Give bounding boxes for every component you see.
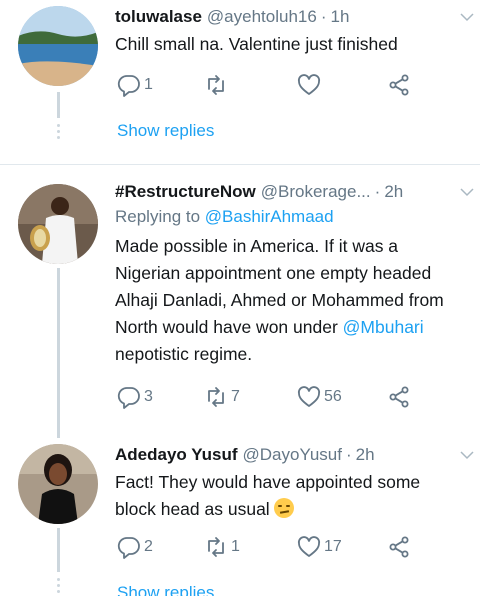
avatar[interactable] bbox=[18, 6, 98, 86]
reply-icon bbox=[117, 387, 140, 409]
reply-button[interactable]: 2 bbox=[117, 534, 153, 560]
reply-icon bbox=[117, 75, 140, 97]
separator-dot: · bbox=[345, 445, 352, 464]
reply-count: 3 bbox=[144, 388, 153, 405]
tweet-text-part: nepotistic regime. bbox=[115, 344, 253, 364]
like-icon bbox=[297, 536, 321, 557]
tweet-text: Chill small na. Valentine just finished bbox=[115, 34, 398, 54]
reply-icon bbox=[117, 537, 140, 559]
reply-count: 2 bbox=[144, 538, 153, 555]
thread-dot bbox=[57, 136, 60, 139]
share-icon bbox=[389, 74, 409, 96]
share-icon bbox=[389, 536, 409, 558]
user-handle[interactable]: @ayehtoluh16 bbox=[207, 6, 317, 28]
separator-dot: · bbox=[320, 7, 327, 26]
like-count: 17 bbox=[324, 538, 342, 555]
tweet-text: Fact! They would have appointed some blo… bbox=[115, 469, 464, 523]
show-replies-link[interactable]: Show replies bbox=[117, 583, 214, 596]
like-icon bbox=[297, 74, 321, 95]
unamused-face-emoji bbox=[273, 498, 294, 518]
retweet-button[interactable]: 7 bbox=[204, 384, 240, 410]
tweet-text-part: Fact! They would have appointed some blo… bbox=[115, 472, 421, 519]
thread-line bbox=[57, 528, 60, 572]
tweet-2[interactable]: #RestructureNow @Brokerage... · 2h Reply… bbox=[0, 165, 480, 429]
tweet-header: Adedayo Yusuf @DayoYusuf · 2h bbox=[115, 444, 464, 466]
thread-dot bbox=[57, 124, 60, 127]
retweet-icon bbox=[208, 75, 224, 95]
replying-to: Replying to @BashirAhmaad bbox=[115, 205, 464, 229]
mention-link[interactable]: @Mbuhari bbox=[343, 317, 424, 337]
retweet-icon bbox=[208, 537, 224, 557]
display-name[interactable]: Adedayo Yusuf bbox=[115, 444, 238, 466]
thread-line bbox=[57, 268, 60, 438]
timestamp[interactable]: 2h bbox=[356, 444, 375, 466]
display-name[interactable]: #RestructureNow bbox=[115, 181, 256, 203]
retweet-button[interactable] bbox=[204, 72, 231, 98]
tweet-header: toluwalase @ayehtoluh16 · 1h bbox=[115, 6, 464, 28]
show-replies-link[interactable]: Show replies bbox=[117, 121, 214, 141]
like-button[interactable]: 17 bbox=[297, 534, 342, 560]
reply-count: 1 bbox=[144, 76, 153, 93]
like-button[interactable] bbox=[297, 72, 324, 98]
replying-to-user[interactable]: @BashirAhmaad bbox=[205, 207, 334, 226]
caret-down-icon[interactable] bbox=[458, 183, 476, 201]
thread-dot bbox=[57, 130, 60, 133]
like-count: 56 bbox=[324, 388, 342, 405]
user-handle[interactable]: @Brokerage... bbox=[261, 181, 371, 203]
thread-line bbox=[57, 92, 60, 118]
like-icon bbox=[297, 386, 321, 407]
separator-dot: · bbox=[374, 182, 381, 201]
replying-to-label: Replying to bbox=[115, 207, 201, 226]
share-button[interactable] bbox=[387, 384, 411, 410]
caret-down-icon[interactable] bbox=[458, 446, 476, 464]
reply-button[interactable]: 1 bbox=[117, 72, 153, 98]
avatar[interactable] bbox=[18, 444, 98, 524]
thread-dot bbox=[57, 584, 60, 587]
timestamp[interactable]: 1h bbox=[331, 6, 350, 28]
share-button[interactable] bbox=[387, 72, 411, 98]
avatar[interactable] bbox=[18, 184, 98, 264]
share-button[interactable] bbox=[387, 534, 411, 560]
timestamp[interactable]: 2h bbox=[384, 181, 403, 203]
retweet-count: 1 bbox=[231, 538, 240, 555]
tweet-1[interactable]: toluwalase @ayehtoluh16 · 1h Chill small… bbox=[0, 0, 480, 164]
retweet-icon bbox=[208, 387, 224, 407]
caret-down-icon[interactable] bbox=[458, 8, 476, 26]
tweet-text: Made possible in America. If it was a Ni… bbox=[115, 233, 464, 368]
share-icon bbox=[389, 386, 409, 408]
tweet-header: #RestructureNow @Brokerage... · 2h bbox=[115, 181, 464, 203]
thread-dot bbox=[57, 590, 60, 593]
thread-dot bbox=[57, 578, 60, 581]
retweet-button[interactable]: 1 bbox=[204, 534, 240, 560]
display-name[interactable]: toluwalase bbox=[115, 6, 202, 28]
retweet-count: 7 bbox=[231, 388, 240, 405]
reply-button[interactable]: 3 bbox=[117, 384, 153, 410]
user-handle[interactable]: @DayoYusuf bbox=[243, 444, 342, 466]
like-button[interactable]: 56 bbox=[297, 384, 342, 410]
tweet-3[interactable]: Adedayo Yusuf @DayoYusuf · 2h Fact! They… bbox=[0, 438, 480, 596]
